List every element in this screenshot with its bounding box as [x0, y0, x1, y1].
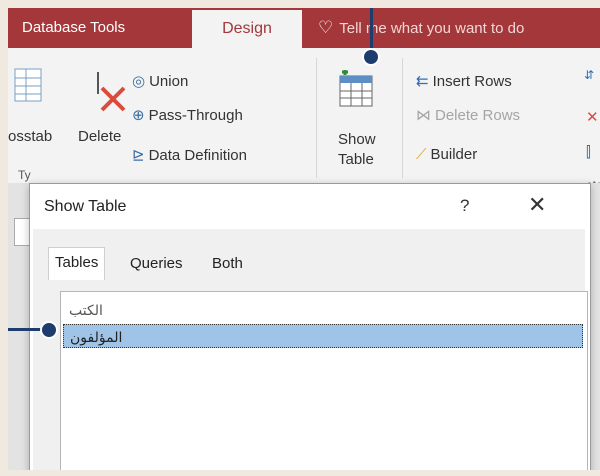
data-definition-label: Data Definition	[148, 147, 247, 164]
ribbon-tab-bar: Database Tools Design ♡ Tell me what you …	[8, 8, 600, 50]
delete-columns-icon[interactable]: ✕	[586, 108, 599, 126]
tab-both[interactable]: Both	[206, 251, 249, 277]
data-definition-icon: ⊵	[132, 147, 145, 164]
close-icon[interactable]: ✕	[528, 192, 546, 218]
tab-tables[interactable]: Tables	[48, 247, 106, 280]
tab-queries[interactable]: Queries	[124, 251, 189, 277]
union-button[interactable]: ◎ Union	[132, 72, 188, 90]
return-icon[interactable]: ⫿	[586, 144, 591, 161]
help-button[interactable]: ?	[460, 196, 469, 216]
list-item[interactable]: الكتب	[63, 298, 583, 322]
callout-dot-show-table	[362, 48, 380, 66]
globe-icon: ⊕	[132, 107, 145, 124]
ribbon: osstab Delete ◎ Union ⊕ Pass-Through ⊵ Data…	[8, 48, 600, 192]
delete-query-icon	[97, 72, 126, 112]
group-label-query-type: Ty	[18, 168, 31, 182]
crosstab-icon	[14, 68, 42, 102]
union-icon: ◎	[132, 73, 146, 90]
ribbon-separator	[316, 58, 317, 178]
table-list[interactable]: الكتب المؤلفون	[60, 291, 588, 470]
union-label: Union	[149, 73, 189, 90]
dialog-body: Tables Queries Both الكتب المؤلفون	[33, 229, 588, 470]
data-definition-button[interactable]: ⊵ Data Definition	[132, 146, 247, 164]
crosstab-button[interactable]: osstab	[8, 128, 52, 145]
show-table-button[interactable]: Show Table	[338, 130, 376, 170]
tab-design[interactable]: Design	[192, 10, 302, 50]
dialog-title: Show Table	[44, 198, 127, 215]
lightbulb-icon: ♡	[318, 18, 334, 37]
show-table-dialog: Show Table ? ✕ Tables Queries Both الكتب…	[29, 183, 591, 470]
delete-rows-icon: ⋈	[416, 107, 431, 124]
show-table-label-2: Table	[338, 151, 374, 168]
show-table-label-1: Show	[338, 131, 376, 148]
builder-button[interactable]: ⟋ Builder	[416, 146, 477, 163]
insert-rows-icon: ⇇	[416, 73, 429, 90]
tell-me-text: Tell me what you want to do	[339, 20, 525, 37]
insert-rows-button[interactable]: ⇇ Insert Rows	[416, 72, 512, 90]
tell-me-box[interactable]: ♡ Tell me what you want to do	[318, 8, 524, 48]
show-table-icon	[339, 70, 373, 107]
delete-button[interactable]: Delete	[78, 128, 121, 145]
delete-rows-button[interactable]: ⋈ Delete Rows	[416, 106, 520, 124]
ribbon-separator	[402, 58, 403, 178]
callout-dot-list	[40, 321, 58, 339]
insert-columns-icon[interactable]: ⇵	[584, 68, 594, 82]
app-window: Database Tools Design ♡ Tell me what you …	[8, 8, 600, 470]
delete-rows-label: Delete Rows	[435, 107, 521, 124]
builder-wand-icon: ⟋	[416, 146, 427, 163]
pass-through-button[interactable]: ⊕ Pass-Through	[132, 106, 243, 124]
insert-rows-label: Insert Rows	[432, 73, 512, 90]
query-grid-edge	[14, 218, 30, 246]
builder-label: Builder	[430, 146, 478, 163]
pass-through-label: Pass-Through	[148, 107, 243, 124]
tab-database-tools[interactable]: Database Tools	[22, 8, 125, 48]
list-item-selected[interactable]: المؤلفون	[63, 324, 583, 348]
